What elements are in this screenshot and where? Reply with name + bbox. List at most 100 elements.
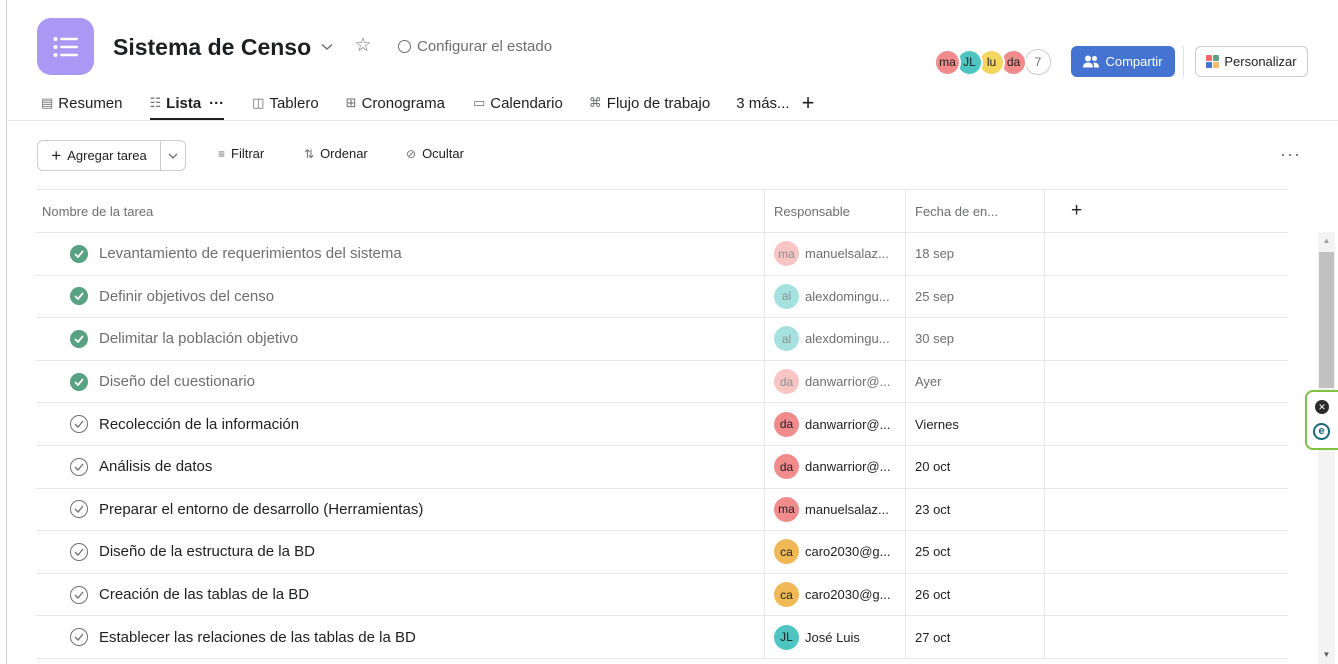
due-date-cell[interactable]: 27 oct — [905, 616, 1045, 658]
assignee-name: danwarrior@... — [805, 416, 891, 432]
scrollbar-thumb[interactable] — [1319, 252, 1334, 388]
task-name-cell[interactable]: Análisis de datos — [36, 446, 764, 488]
task-name-cell[interactable]: Creación de las tablas de la BD — [36, 574, 764, 616]
tab-workflow[interactable]: ⌘ Flujo de trabajo — [589, 90, 710, 116]
more-options-icon[interactable]: ··· — [1280, 144, 1301, 165]
close-icon[interactable]: ✕ — [1315, 400, 1329, 414]
column-header-due-date[interactable]: Fecha de en... — [905, 190, 1045, 232]
filter-button[interactable]: ≡ Filtrar — [218, 146, 264, 161]
check-circle-icon[interactable] — [70, 628, 88, 647]
assignee-name: alexdomingu... — [805, 331, 890, 347]
list-icon — [53, 36, 78, 57]
chevron-down-icon[interactable] — [318, 38, 336, 56]
tab-overview[interactable]: ▤ Resumen — [41, 90, 123, 116]
assignee-cell[interactable]: JL José Luis — [764, 616, 905, 658]
assignee-cell[interactable]: da danwarrior@... — [764, 445, 905, 488]
assignee-cell[interactable]: ma manuelsalaz... — [764, 488, 905, 531]
due-date-cell[interactable]: 23 oct — [905, 488, 1045, 531]
due-date-cell[interactable]: 30 sep — [905, 318, 1045, 360]
tab-label: Resumen — [58, 94, 123, 112]
tab-board[interactable]: ◫ Tablero — [252, 90, 319, 116]
scroll-up-arrow[interactable]: ▲ — [1318, 234, 1335, 248]
sort-icon: ⇅ — [304, 146, 315, 161]
tab-list[interactable]: ☷ Lista ··· — [149, 90, 224, 120]
project-title[interactable]: Sistema de Censo — [113, 34, 311, 61]
tab-options-icon[interactable]: ··· — [209, 95, 224, 112]
table-row[interactable]: Delimitar la población objetivo al alexdom… — [36, 318, 1288, 361]
assignee-avatar: da — [774, 411, 799, 437]
table-row[interactable]: Establecer las relaciones de las tablas … — [36, 616, 1288, 659]
project-icon[interactable] — [37, 18, 94, 75]
set-status-button[interactable]: Configurar el estado — [398, 38, 552, 55]
completed-check-icon[interactable] — [70, 329, 88, 348]
task-name: Definir objetivos del censo — [99, 287, 275, 305]
customize-button[interactable]: Personalizar — [1195, 46, 1308, 77]
assignee-name: caro2030@g... — [805, 544, 891, 560]
star-icon[interactable]: ☆ — [352, 35, 374, 57]
check-circle-icon[interactable] — [70, 415, 88, 434]
due-date-cell[interactable]: Ayer — [905, 360, 1045, 403]
project-members[interactable]: ma JL lu da 7 — [934, 48, 1051, 76]
task-name-cell[interactable]: Recolección de la información — [36, 403, 764, 445]
table-row[interactable]: Preparar el entorno de desarrollo (Herra… — [36, 488, 1288, 532]
column-header-name[interactable]: Nombre de la tarea — [36, 190, 764, 232]
empty-cell — [1045, 531, 1288, 573]
tab-more[interactable]: 3 más... — [736, 90, 789, 116]
assignee-cell[interactable]: da danwarrior@... — [764, 403, 905, 445]
table-row[interactable]: Diseño del cuestionario da danwarrior@... A… — [36, 360, 1288, 404]
task-name-cell[interactable]: Diseño del cuestionario — [36, 361, 764, 403]
share-button[interactable]: Compartir — [1071, 46, 1175, 77]
member-count-badge[interactable]: 7 — [1025, 49, 1051, 75]
due-date-cell[interactable]: 18 sep — [905, 233, 1045, 275]
tab-calendar[interactable]: ▭ Calendario — [473, 90, 563, 116]
task-name-cell[interactable]: Delimitar la población objetivo — [36, 318, 764, 360]
tab-label: Lista — [166, 94, 202, 112]
check-circle-icon[interactable] — [70, 500, 88, 519]
table-row[interactable]: Definir objetivos del censo al alexdomingu… — [36, 275, 1288, 319]
sort-button[interactable]: ⇅ Ordenar — [304, 146, 368, 161]
due-date-cell[interactable]: 20 oct — [905, 445, 1045, 488]
completed-check-icon[interactable] — [70, 372, 88, 391]
check-circle-icon[interactable] — [70, 457, 88, 476]
task-name-cell[interactable]: Establecer las relaciones de las tablas … — [36, 616, 764, 658]
completed-check-icon[interactable] — [70, 287, 88, 306]
assignee-cell[interactable]: ca caro2030@g... — [764, 531, 905, 573]
table-row[interactable]: Análisis de datos da danwarrior@... 20 oct — [36, 445, 1288, 489]
assignee-cell[interactable]: ca caro2030@g... — [764, 573, 905, 616]
empty-cell — [1045, 318, 1288, 360]
scroll-down-arrow[interactable]: ▼ — [1318, 648, 1335, 662]
task-name-cell[interactable]: Definir objetivos del censo — [36, 276, 764, 318]
task-name: Preparar el entorno de desarrollo (Herra… — [99, 500, 424, 518]
tab-label: Flujo de trabajo — [606, 94, 711, 112]
extension-logo-icon[interactable]: e — [1313, 423, 1330, 440]
due-date-cell[interactable]: Viernes — [905, 403, 1045, 445]
empty-cell — [1045, 233, 1288, 275]
task-name-cell[interactable]: Preparar el entorno de desarrollo (Herra… — [36, 489, 764, 531]
member-avatar[interactable]: ma — [934, 48, 961, 76]
due-date-cell[interactable]: 26 oct — [905, 573, 1045, 616]
assignee-cell[interactable]: al alexdomingu... — [764, 318, 905, 360]
due-date-cell[interactable]: 25 sep — [905, 275, 1045, 318]
task-name-cell[interactable]: Diseño de la estructura de la BD — [36, 531, 764, 573]
assignee-cell[interactable]: da danwarrior@... — [764, 360, 905, 403]
task-name-cell[interactable]: Levantamiento de requerimientos del sist… — [36, 233, 764, 275]
table-row[interactable]: Levantamiento de requerimientos del sist… — [36, 233, 1288, 276]
assignee-cell[interactable]: ma manuelsalaz... — [764, 233, 905, 275]
due-date-cell[interactable]: 25 oct — [905, 531, 1045, 573]
hide-button[interactable]: ⊘ Ocultar — [406, 146, 464, 161]
column-header-assignee[interactable]: Responsable — [764, 190, 905, 232]
table-row[interactable]: Diseño de la estructura de la BD ca caro20… — [36, 531, 1288, 574]
share-label: Compartir — [1105, 54, 1163, 69]
add-task-button[interactable]: + Agregar tarea — [38, 141, 161, 170]
tab-timeline[interactable]: ⊞ Cronograma — [346, 90, 445, 116]
check-circle-icon[interactable] — [70, 585, 88, 604]
completed-check-icon[interactable] — [70, 244, 88, 263]
assignee-avatar: da — [774, 369, 799, 395]
add-tab-icon[interactable]: + — [802, 90, 815, 116]
assignee-cell[interactable]: al alexdomingu... — [764, 275, 905, 318]
table-row[interactable]: Recolección de la información da danwarrio… — [36, 403, 1288, 446]
add-column-icon[interactable]: + — [1045, 190, 1288, 232]
check-circle-icon[interactable] — [70, 542, 88, 561]
table-row[interactable]: Creación de las tablas de la BD ca caro203… — [36, 573, 1288, 617]
add-task-dropdown[interactable] — [161, 141, 185, 170]
